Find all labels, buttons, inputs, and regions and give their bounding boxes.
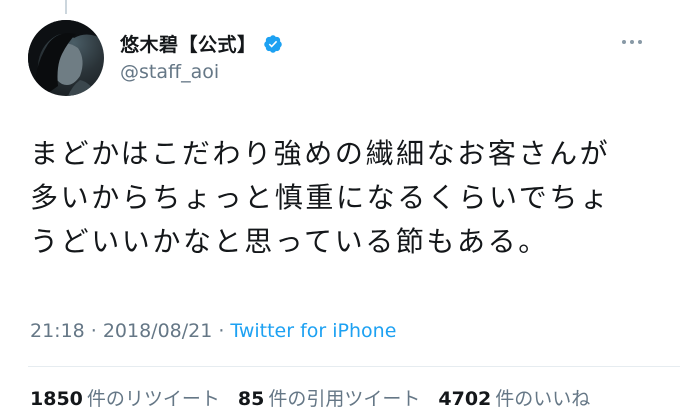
retweet-stat[interactable]: 1850 件のリツイート [30, 384, 220, 411]
verified-badge-icon [263, 34, 282, 53]
tweet-text-line: うどいいかなと思っている節もある。 [30, 225, 549, 258]
meta-separator: · [218, 320, 225, 342]
like-count: 4702 [438, 388, 492, 410]
author-handle[interactable]: @staff_aoi [120, 61, 219, 83]
tweet-text-line: まどかはこだわり強めの繊細なお客さんが [30, 137, 611, 170]
avatar-image [28, 20, 104, 96]
meta-separator: · [90, 320, 97, 342]
tweet-stats: 1850 件のリツイート 85 件の引用ツイート 4702 件のいいね [30, 384, 590, 411]
retweet-label: 件のリツイート [86, 388, 220, 410]
tweet-text-line: 多いからちょっと慎重になるくらいでちょ [30, 181, 611, 214]
thread-connector-line [65, 0, 67, 14]
quote-stat[interactable]: 85 件の引用ツイート [238, 384, 420, 411]
like-label: 件のいいね [495, 388, 591, 410]
quote-count: 85 [237, 388, 265, 410]
like-stat[interactable]: 4702 件のいいね [438, 384, 590, 411]
tweet-text: まどかはこだわり強めの繊細なお客さんが 多いからちょっと慎重になるくらいでちょ … [30, 132, 655, 264]
more-options-icon[interactable] [622, 40, 642, 44]
retweet-count: 1850 [30, 388, 83, 410]
quote-label: 件の引用ツイート [268, 388, 421, 410]
avatar[interactable] [28, 20, 104, 96]
divider [28, 366, 680, 367]
author-name-row: 悠木碧【公式】 [120, 30, 283, 57]
tweet-time[interactable]: 21:18 [30, 320, 85, 342]
tweet-date[interactable]: 2018/08/21 [103, 320, 213, 342]
tweet-source-link[interactable]: Twitter for iPhone [230, 320, 396, 342]
tweet-meta: 21:18 · 2018/08/21 · Twitter for iPhone [30, 320, 396, 342]
author-display-name[interactable]: 悠木碧【公式】 [120, 30, 257, 57]
